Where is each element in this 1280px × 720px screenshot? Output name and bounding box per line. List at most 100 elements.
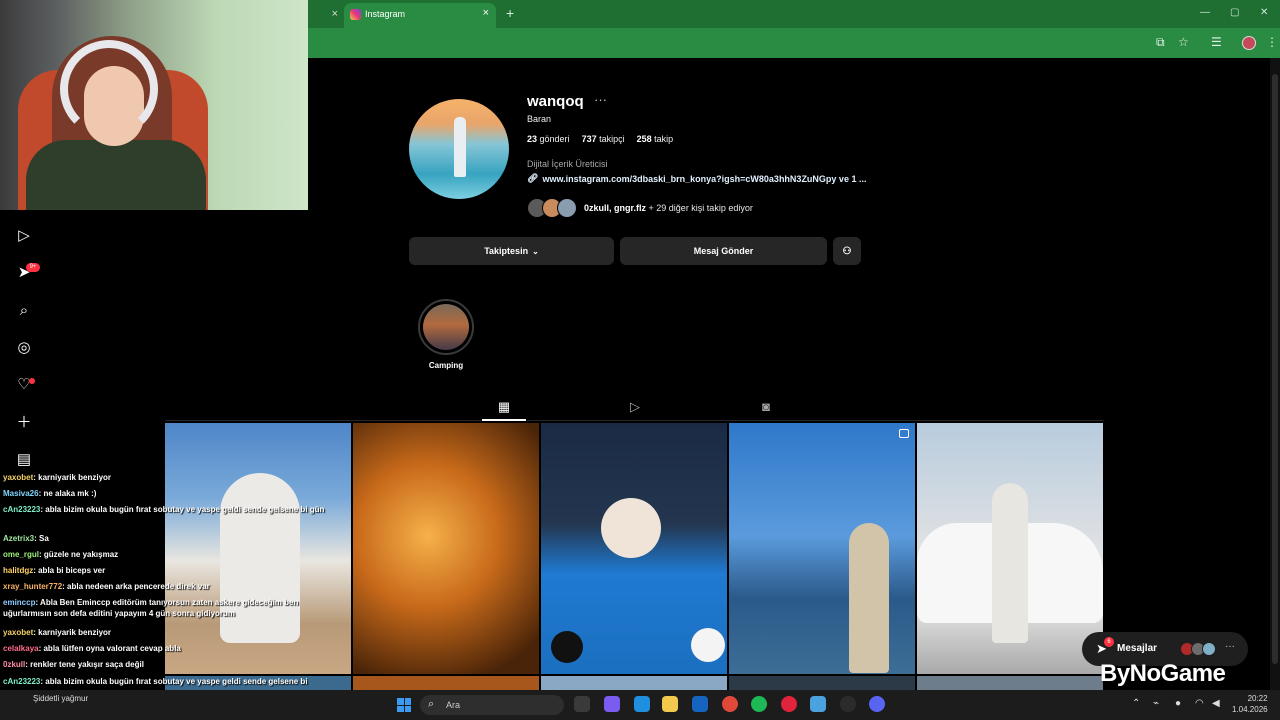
following-button[interactable]: Takiptesin ⌄ xyxy=(409,237,614,265)
install-app-icon[interactable]: ⧉ xyxy=(1156,35,1165,50)
chat-message: Masiva26: ne alaka mk :) xyxy=(3,488,328,499)
instagram-favicon-icon xyxy=(350,9,361,20)
chat-message: cAn23223: abla bizim okula bugün fırat s… xyxy=(3,676,328,687)
microphone-icon[interactable]: ● xyxy=(1175,698,1181,709)
post-subject xyxy=(551,631,583,663)
tray-chevron-icon[interactable]: ⌃ xyxy=(1132,698,1140,709)
reels-nav-icon[interactable]: ▷ xyxy=(14,226,34,246)
followers-label: takipçi xyxy=(599,134,625,144)
message-button[interactable]: Mesaj Gönder xyxy=(620,237,827,265)
taskbar-search[interactable]: ⌕ Ara xyxy=(420,695,564,715)
avatar xyxy=(557,198,577,218)
chat-text: : güzele ne yakışmaz xyxy=(39,550,119,559)
browser-tabbar: × Instagram × + — ▢ ✕ xyxy=(308,0,1280,28)
settings-icon[interactable] xyxy=(810,696,826,712)
followers-stat[interactable]: 737 takipçi xyxy=(582,134,625,144)
profile-options-icon[interactable]: ··· xyxy=(594,92,607,107)
wifi-icon[interactable]: ◠ xyxy=(1195,698,1204,709)
bookmark-star-icon[interactable]: ☆ xyxy=(1178,35,1189,49)
chat-text: : abla lütfen oyna valorant cevap abla xyxy=(38,644,181,653)
post-tile[interactable] xyxy=(541,423,727,674)
avatar-figure xyxy=(454,117,466,177)
post-tile[interactable] xyxy=(917,423,1103,674)
profile-link[interactable]: 🔗︎ www.instagram.com/3dbaski_brn_konya?i… xyxy=(527,173,866,184)
minimize-button[interactable]: — xyxy=(1200,7,1210,18)
messages-label: Mesajlar xyxy=(1117,643,1158,654)
profile-stats: 23 gönderi 737 takipçi 258 takip xyxy=(527,134,673,144)
dashboard-icon[interactable]: ▤ xyxy=(14,450,34,470)
scrollbar-thumb[interactable] xyxy=(1272,74,1278,664)
chat-text: : abla bizim okula bugün fırat sobutay v… xyxy=(40,677,308,686)
obs-icon[interactable] xyxy=(840,696,856,712)
task-view-icon[interactable] xyxy=(574,696,590,712)
chevron-down-icon: ⌄ xyxy=(532,246,539,256)
spotify-icon[interactable] xyxy=(751,696,767,712)
weather-widget[interactable]: Şiddetli yağmur xyxy=(33,694,88,703)
new-tab-button[interactable]: + xyxy=(506,5,514,21)
chat-message: yaxobet: karniyarik benziyor xyxy=(3,472,328,483)
opera-icon[interactable] xyxy=(781,696,797,712)
story-highlight[interactable] xyxy=(418,299,474,355)
posts-stat: 23 gönderi xyxy=(527,134,570,144)
discord-icon[interactable] xyxy=(869,696,885,712)
page-scrollbar[interactable] xyxy=(1270,58,1280,690)
profile-link-text[interactable]: www.instagram.com/3dbaski_brn_konya?igsh… xyxy=(542,174,866,184)
create-plus-icon[interactable]: ＋ xyxy=(14,413,34,433)
windows-start-icon[interactable] xyxy=(397,698,411,712)
chat-text: : abla nedeen arka pencerede direk var xyxy=(62,582,210,591)
highlight-cover xyxy=(423,304,469,350)
maximize-button[interactable]: ▢ xyxy=(1230,7,1239,18)
message-button-label: Mesaj Gönder xyxy=(693,246,754,256)
add-person-icon: ⚇ xyxy=(842,245,852,257)
close-tab-icon[interactable]: × xyxy=(483,7,489,19)
profile-avatar[interactable] xyxy=(409,99,509,199)
post-tile-partial[interactable] xyxy=(729,676,915,690)
notification-badge: 9+ xyxy=(26,263,40,272)
copilot-icon[interactable] xyxy=(604,696,620,712)
followers-count: 737 xyxy=(581,134,597,144)
close-tab-icon[interactable]: × xyxy=(332,8,338,20)
chat-username: 0zkull xyxy=(3,660,26,669)
tab-tagged-icon[interactable]: ◙ xyxy=(757,399,775,415)
close-window-button[interactable]: ✕ xyxy=(1260,7,1268,18)
windows-taskbar: Şiddetli yağmur ⌕ Ara ⌃ ⌁ ● ◠ ◀ 20:22 1.… xyxy=(0,690,1280,720)
explore-compass-icon[interactable]: ◎ xyxy=(14,338,34,358)
followed-by[interactable]: 0zkull, gngr.flz + 29 diğer kişi takip e… xyxy=(527,198,753,218)
volume-icon[interactable]: ◀ xyxy=(1212,698,1220,709)
file-explorer-icon[interactable] xyxy=(662,696,678,712)
tab-reels-icon[interactable]: ▷ xyxy=(626,399,644,415)
followed-by-avatars xyxy=(527,198,577,218)
search-icon[interactable]: ⌕ xyxy=(14,301,34,321)
reading-list-icon[interactable]: ☰ xyxy=(1211,35,1222,49)
post-tile-partial[interactable] xyxy=(917,676,1103,690)
edge-icon[interactable] xyxy=(634,696,650,712)
tab-posts-grid-icon[interactable]: ▦ xyxy=(495,399,513,415)
profile-full-name: Baran xyxy=(527,114,552,124)
tab-instagram[interactable]: Instagram × xyxy=(344,3,496,28)
network-icon[interactable]: ⌁ xyxy=(1153,698,1159,709)
browser-profile-avatar[interactable] xyxy=(1242,36,1256,50)
followed-by-names: 0zkull, gngr.flz xyxy=(584,203,647,213)
notification-dot xyxy=(29,378,35,384)
post-tile-partial[interactable] xyxy=(353,676,539,690)
link-icon: 🔗︎ xyxy=(527,173,539,183)
following-stat[interactable]: 258 takip xyxy=(637,134,674,144)
post-tile[interactable] xyxy=(729,423,915,674)
chat-username: ome_rgul xyxy=(3,550,40,559)
store-icon[interactable] xyxy=(692,696,708,712)
chrome-icon[interactable] xyxy=(722,696,738,712)
post-tile-partial[interactable] xyxy=(541,676,727,690)
post-tile[interactable] xyxy=(353,423,539,674)
browser-menu-icon[interactable]: ⋮ xyxy=(1266,35,1278,49)
messages-more-icon[interactable]: ··· xyxy=(1225,641,1235,652)
post-subject xyxy=(992,483,1028,643)
following-label: takip xyxy=(654,134,674,144)
chat-username: Masiva26 xyxy=(3,489,39,498)
previous-tab[interactable]: × xyxy=(308,4,338,24)
chat-username: xray_hunter772 xyxy=(3,582,63,591)
messages-badge: 6 xyxy=(1104,637,1114,647)
following-count: 258 xyxy=(636,134,652,144)
suggest-people-button[interactable]: ⚇ xyxy=(833,237,861,265)
taskbar-clock[interactable]: 20:22 1.04.2026 xyxy=(1232,693,1268,715)
chat-message: 0zkull: renkler tene yakışır saça değil xyxy=(3,659,328,670)
